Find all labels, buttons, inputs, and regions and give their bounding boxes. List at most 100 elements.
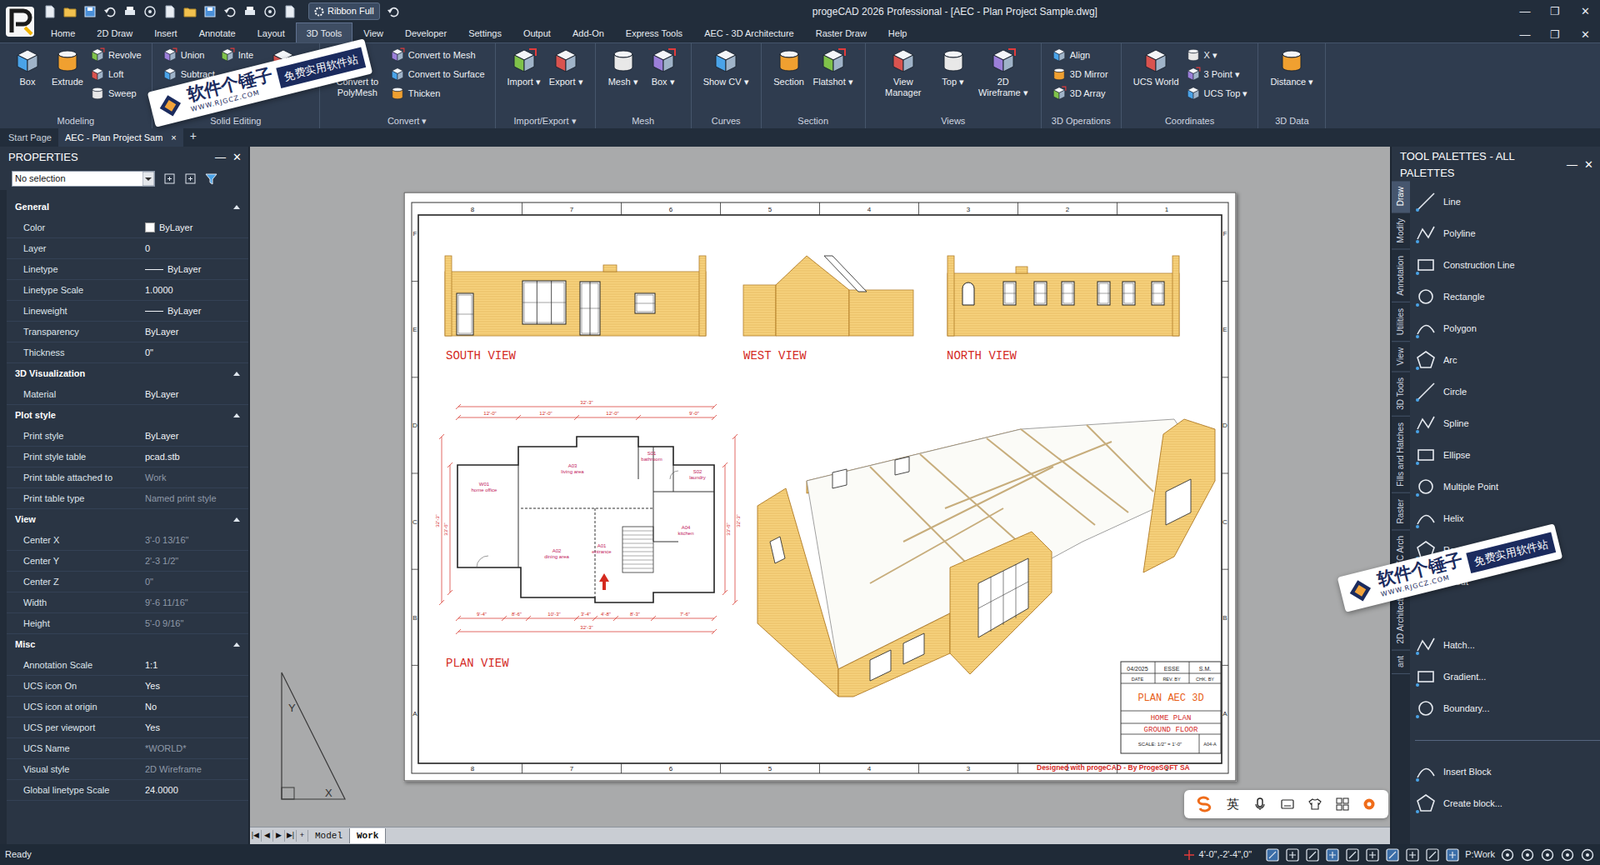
ribbon-large-button[interactable]: 2D Wireframe ▾: [975, 45, 1031, 100]
ribbon-large-button[interactable]: UCS World: [1131, 45, 1181, 90]
toolbar-icon[interactable]: [143, 5, 157, 19]
palette-tool[interactable]: Polygon: [1415, 312, 1600, 345]
draw-tool-icon[interactable]: [1415, 634, 1437, 656]
select-objects-icon[interactable]: [184, 172, 197, 185]
menu-tab[interactable]: Add-On: [561, 22, 615, 44]
layout-tab[interactable]: Work: [350, 828, 386, 845]
document-tab-close[interactable]: ×: [170, 130, 176, 145]
property-row[interactable]: LineweightByLayer: [6, 300, 249, 322]
model-icon[interactable]: [1405, 847, 1420, 863]
annotation-icon[interactable]: [1445, 847, 1460, 863]
draw-tool-icon[interactable]: [1415, 507, 1437, 530]
ribbon-large-button[interactable]: Section: [771, 45, 807, 90]
draw-tool-icon[interactable]: [1415, 665, 1437, 688]
toolbar-icon[interactable]: [283, 5, 297, 19]
ribbon-large-button[interactable]: Export ▾: [547, 45, 585, 90]
draw-tool-icon[interactable]: [1415, 317, 1437, 340]
menu-tab[interactable]: Home: [40, 22, 86, 44]
palette-tool[interactable]: Rectangle: [1415, 280, 1600, 313]
menu-tab[interactable]: 2D Draw: [85, 22, 144, 44]
ribbon-large-button[interactable]: View Manager: [875, 45, 931, 100]
property-section-header[interactable]: Misc: [6, 634, 249, 655]
skin-icon[interactable]: [1308, 797, 1322, 811]
document-minimize-button[interactable]: —: [1510, 26, 1540, 44]
palette-tool[interactable]: Arc: [1415, 344, 1600, 376]
property-section-header[interactable]: Plot style: [6, 405, 249, 426]
document-close-button[interactable]: ✕: [1570, 26, 1600, 44]
property-row[interactable]: Annotation Scale1:1: [6, 655, 249, 676]
previous-layout-button[interactable]: ◀: [261, 830, 274, 842]
menu-tab[interactable]: Insert: [143, 22, 189, 44]
property-row[interactable]: Global linetype Scale24.0000: [6, 780, 249, 801]
ribbon-small-button[interactable]: 3D Mirror: [1051, 65, 1109, 84]
toolbar-icon[interactable]: [163, 5, 177, 19]
property-row[interactable]: Print table attached toWork: [6, 467, 249, 489]
menu-tab[interactable]: Layout: [246, 22, 296, 44]
new-tab-button[interactable]: +: [183, 127, 204, 147]
close-button[interactable]: ✕: [232, 149, 242, 166]
ortho-icon[interactable]: [1305, 847, 1320, 863]
layout-tab[interactable]: Model: [308, 828, 350, 845]
drawing-canvas[interactable]: 8877665544332211FFEEDDCCBBAASOUTH VIEWWE…: [250, 146, 1390, 827]
document-restore-button[interactable]: ❐: [1540, 26, 1570, 44]
palette-tool[interactable]: Spline: [1415, 407, 1600, 440]
microphone-icon[interactable]: [1253, 797, 1267, 811]
ribbon-small-button[interactable]: Align: [1051, 45, 1109, 65]
draw-tool-icon[interactable]: [1415, 475, 1437, 498]
ribbon-small-button[interactable]: Inte: [220, 45, 254, 65]
collapse-arrow-icon[interactable]: [233, 205, 240, 210]
draw-tool-icon[interactable]: [1415, 760, 1437, 783]
ribbon-large-button[interactable]: Flatshot ▾: [811, 45, 855, 90]
lineweight-icon[interactable]: [1385, 847, 1400, 863]
palette-tab[interactable]: Annotation: [1391, 250, 1410, 303]
toggle-pickadd-icon[interactable]: [163, 172, 176, 185]
draw-tool-icon[interactable]: [1415, 412, 1437, 435]
menu-tab[interactable]: Output: [512, 22, 562, 44]
input-method-logo-icon[interactable]: [1195, 795, 1213, 813]
grid-icon[interactable]: [1285, 847, 1300, 863]
ribbon-large-button[interactable]: Mesh ▾: [605, 45, 641, 90]
collapse-arrow-icon[interactable]: [233, 517, 240, 522]
property-row[interactable]: LinetypeByLayer: [6, 259, 249, 280]
property-section-header[interactable]: 3D Visualization: [6, 363, 249, 385]
input-language[interactable]: 英: [1226, 795, 1240, 815]
toolbar-icon[interactable]: [223, 5, 237, 19]
toolbar-icon[interactable]: [183, 5, 197, 19]
property-section-header[interactable]: General: [6, 196, 249, 218]
palette-tool[interactable]: Multiple Point: [1415, 470, 1600, 503]
property-row[interactable]: MaterialByLayer: [6, 384, 249, 405]
maximize-button[interactable]: ❐: [1540, 3, 1570, 20]
ribbon-small-button[interactable]: Revolve: [90, 45, 142, 65]
draw-tool-icon[interactable]: [1415, 697, 1437, 720]
collapse-arrow-icon[interactable]: [233, 371, 240, 376]
property-row[interactable]: UCS icon at originNo: [6, 696, 249, 718]
collapse-arrow-icon[interactable]: [233, 413, 240, 418]
keyboard-icon[interactable]: [1280, 797, 1295, 811]
draw-tool-icon[interactable]: [1415, 444, 1437, 466]
ribbon-small-button[interactable]: Convert to Surface: [390, 65, 485, 84]
toolbar-icon[interactable]: [63, 5, 77, 19]
osnap-icon[interactable]: [1345, 847, 1360, 863]
collapse-arrow-icon[interactable]: [233, 642, 240, 647]
dynamic-input-icon[interactable]: [1425, 847, 1440, 863]
pin-button[interactable]: —: [1566, 156, 1578, 174]
palette-tab[interactable]: Modify: [1391, 212, 1410, 250]
palette-tab[interactable]: View: [1391, 341, 1410, 373]
palette-tool[interactable]: Circle: [1415, 375, 1600, 408]
quick-select-icon[interactable]: [205, 172, 218, 185]
palette-tab[interactable]: Draw: [1391, 180, 1410, 213]
ribbon-small-button[interactable]: Sweep: [90, 84, 142, 103]
toolbox-icon[interactable]: [1335, 797, 1350, 811]
property-row[interactable]: UCS Name*WORLD*: [6, 738, 249, 760]
toolbar-icon[interactable]: [263, 5, 277, 19]
palette-tool[interactable]: Hatch...: [1415, 629, 1600, 661]
first-layout-button[interactable]: |◀: [250, 830, 262, 842]
toolbar-icon[interactable]: [43, 5, 57, 19]
palette-tab[interactable]: 3D Tools: [1391, 371, 1410, 417]
pin-button[interactable]: —: [215, 149, 226, 166]
app-logo-icon[interactable]: [5, 5, 35, 38]
toolbar-icon[interactable]: [83, 5, 97, 19]
draw-tool-icon[interactable]: [1415, 285, 1437, 308]
ribbon-small-button[interactable]: Convert to Mesh: [390, 45, 485, 65]
ribbon-small-button[interactable]: UCS Top ▾: [1185, 84, 1249, 103]
